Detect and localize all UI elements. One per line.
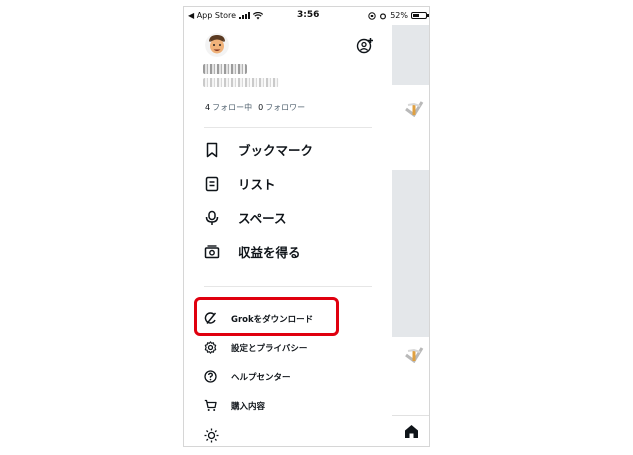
brand-logo-icon bbox=[405, 347, 424, 363]
bookmark-icon bbox=[206, 142, 218, 157]
menu-label-purchases: 購入内容 bbox=[231, 401, 266, 412]
menu-label-lists: リスト bbox=[238, 177, 276, 192]
menu-label-monetization: 収益を得る bbox=[238, 245, 301, 260]
status-time: 3:56 bbox=[297, 10, 320, 20]
follow-stats: 4 フォロー中 0 フォロワー bbox=[205, 102, 305, 113]
brand-logo-icon bbox=[405, 101, 424, 117]
following-count: 4 bbox=[205, 103, 211, 112]
menu-item-settings[interactable]: 設定とプライバシー bbox=[204, 341, 307, 354]
menu-label-settings: 設定とプライバシー bbox=[231, 343, 308, 354]
status-bar: ◀ App Store 3:56 52% bbox=[184, 7, 429, 25]
battery-percent: 52% bbox=[390, 11, 408, 20]
divider bbox=[204, 286, 372, 287]
add-account-icon[interactable] bbox=[356, 37, 374, 55]
settings-gear-icon bbox=[204, 341, 217, 354]
signal-icon bbox=[239, 12, 251, 19]
monetization-icon bbox=[204, 244, 220, 258]
help-icon bbox=[204, 370, 217, 383]
alarm-icon bbox=[380, 12, 387, 19]
wifi-icon bbox=[253, 11, 264, 19]
feed-card[interactable] bbox=[392, 85, 429, 170]
menu-label-spaces: スペース bbox=[238, 211, 287, 226]
following-link[interactable]: 4 フォロー中 bbox=[205, 102, 252, 113]
avatar[interactable] bbox=[205, 33, 229, 57]
feed-background bbox=[392, 25, 429, 446]
highlight-annotation bbox=[194, 297, 339, 336]
following-label: フォロー中 bbox=[212, 103, 253, 112]
menu-item-monetization[interactable]: 収益を得る bbox=[204, 242, 301, 261]
home-icon[interactable] bbox=[404, 424, 419, 439]
side-drawer: 4 フォロー中 0 フォロワー ブックマーク リスト スペース 収益を得る Grok… bbox=[184, 25, 392, 446]
followers-count: 0 bbox=[258, 103, 264, 112]
menu-label-help: ヘルプセンター bbox=[231, 372, 291, 383]
battery-icon bbox=[411, 12, 429, 19]
menu-item-help[interactable]: ヘルプセンター bbox=[204, 370, 291, 383]
followers-link[interactable]: 0 フォロワー bbox=[258, 102, 305, 113]
brightness-icon[interactable] bbox=[204, 428, 219, 443]
user-handle-redacted[interactable] bbox=[203, 78, 279, 87]
phone-screen: ◀ App Store 3:56 52% 4 フォロー中 0 フォロワー ブック… bbox=[183, 6, 430, 447]
list-icon bbox=[205, 176, 219, 191]
menu-label-bookmarks: ブックマーク bbox=[238, 143, 314, 158]
spaces-icon bbox=[205, 210, 219, 225]
menu-item-spaces[interactable]: スペース bbox=[204, 208, 287, 227]
tab-bar bbox=[392, 415, 429, 446]
menu-item-bookmarks[interactable]: ブックマーク bbox=[204, 140, 313, 159]
divider bbox=[204, 127, 372, 128]
cart-icon bbox=[204, 399, 217, 411]
display-name-redacted[interactable] bbox=[203, 64, 247, 74]
menu-item-lists[interactable]: リスト bbox=[204, 174, 276, 193]
menu-item-purchases[interactable]: 購入内容 bbox=[204, 399, 265, 412]
back-to-app-store[interactable]: ◀ App Store bbox=[188, 11, 236, 20]
followers-label: フォロワー bbox=[265, 103, 306, 112]
orientation-lock-icon bbox=[368, 11, 376, 20]
